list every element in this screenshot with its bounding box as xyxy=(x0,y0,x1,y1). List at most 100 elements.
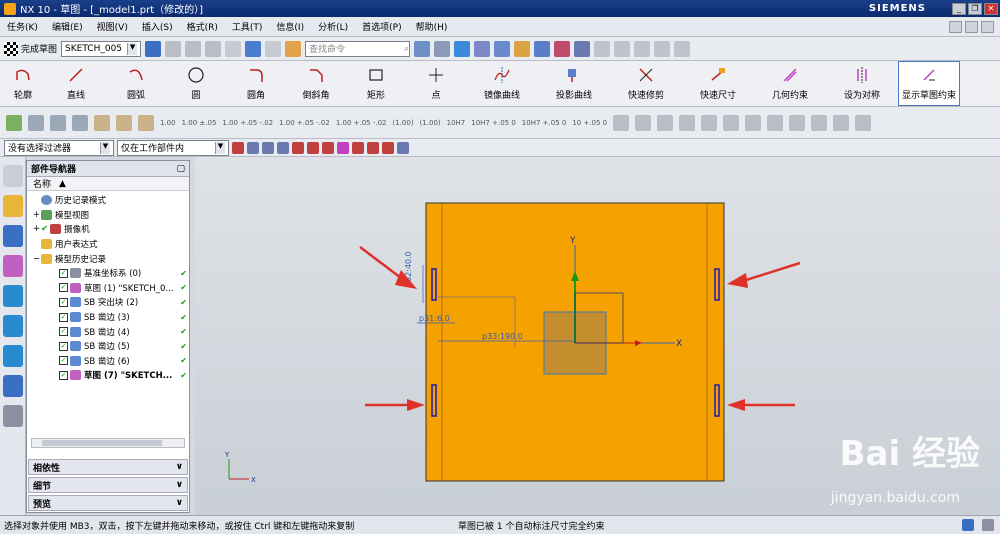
roles-icon[interactable] xyxy=(3,405,23,427)
format-a-icon[interactable] xyxy=(613,114,630,131)
preview-panel[interactable]: 预览 ∨ xyxy=(28,495,188,511)
visibility-checkbox[interactable]: ✓ xyxy=(59,312,68,322)
snap-g-icon[interactable] xyxy=(337,141,349,154)
horizontal-scrollbar[interactable] xyxy=(31,438,185,448)
format-c-icon[interactable] xyxy=(657,114,674,131)
circle-button[interactable]: 圆 xyxy=(166,61,226,106)
collapse-icon[interactable]: − xyxy=(33,254,41,264)
visibility-checkbox[interactable]: ✓ xyxy=(59,341,68,351)
format-e-icon[interactable] xyxy=(701,114,718,131)
measure-icon[interactable] xyxy=(574,40,591,57)
format-l-icon[interactable] xyxy=(855,114,872,131)
profile-button[interactable]: 轮廓 xyxy=(0,61,46,106)
quick-trim-button[interactable]: 快速修剪 xyxy=(610,61,682,106)
expand-icon[interactable]: + xyxy=(33,224,41,234)
menu-analysis[interactable]: 分析(L) xyxy=(311,20,355,33)
dependencies-panel[interactable]: 相依性 ∨ xyxy=(28,459,188,475)
menu-view[interactable]: 视图(V) xyxy=(90,20,135,33)
dimension-label-p31[interactable]: p31:6.0 xyxy=(419,314,450,323)
maximize-icon[interactable]: ▢ xyxy=(176,164,185,174)
orient-view-icon[interactable] xyxy=(474,40,491,57)
constraint-check-icon[interactable] xyxy=(6,114,22,131)
snap-h-icon[interactable] xyxy=(352,141,364,154)
snap-icon[interactable] xyxy=(534,40,551,57)
tool-b-icon[interactable] xyxy=(614,40,631,57)
tolerance-3[interactable]: 1.00 +.05 -.02 xyxy=(222,119,273,127)
command-search-input[interactable]: 查找命令 ⌕ xyxy=(305,40,411,57)
dimension-label-p33[interactable]: p33:190.0 xyxy=(482,332,523,341)
format-j-icon[interactable] xyxy=(811,114,828,131)
menu-insert[interactable]: 插入(S) xyxy=(135,20,180,33)
constraint-navigator-icon[interactable] xyxy=(3,225,23,247)
snap-b-icon[interactable] xyxy=(262,141,274,154)
fillet-button[interactable]: 圆角 xyxy=(226,61,286,106)
web-browser-icon[interactable] xyxy=(3,315,23,337)
format-d-icon[interactable] xyxy=(679,114,696,131)
clock-icon[interactable] xyxy=(3,375,23,397)
assembly-navigator-icon[interactable] xyxy=(3,195,23,217)
select-feature-icon[interactable] xyxy=(514,40,531,57)
restore-button[interactable]: ❐ xyxy=(968,2,982,15)
constraint-c-icon[interactable] xyxy=(72,114,88,131)
tool-e-icon[interactable] xyxy=(674,40,691,57)
sketch-name-select[interactable]: SKETCH_005 ▼ xyxy=(61,40,142,57)
scrollbar-thumb[interactable] xyxy=(42,440,162,446)
doc-restore-button[interactable] xyxy=(965,20,978,33)
tolerance-10[interactable]: 10H7 +.05 0 xyxy=(522,119,567,127)
tree-item-chamfer-5[interactable]: ✓ SB 凿边 (5) ✔ xyxy=(29,339,189,354)
render-style-icon[interactable] xyxy=(434,40,451,57)
visibility-checkbox[interactable]: ✓ xyxy=(59,283,68,293)
menu-help[interactable]: 帮助(H) xyxy=(409,20,455,33)
snap-c-icon[interactable] xyxy=(277,141,289,154)
fit-view-icon[interactable] xyxy=(414,40,431,57)
tree-item-cameras[interactable]: + ✔ 摄像机 xyxy=(29,222,189,237)
finish-sketch-button[interactable]: 完成草图 xyxy=(4,41,57,56)
visibility-checkbox[interactable]: ✓ xyxy=(59,268,68,278)
save-icon[interactable] xyxy=(145,40,162,57)
full-screen-icon[interactable] xyxy=(982,519,994,531)
point-button[interactable]: 点 xyxy=(406,61,466,106)
tool-c-icon[interactable] xyxy=(634,40,651,57)
tolerance-2[interactable]: 1.00 ±.05 xyxy=(182,119,217,127)
history-icon[interactable] xyxy=(3,345,23,367)
copy-icon[interactable] xyxy=(185,40,202,57)
rapid-dimension-button[interactable]: 快速尺寸 xyxy=(682,61,754,106)
format-i-icon[interactable] xyxy=(789,114,806,131)
tree-item-sketch-7[interactable]: ✓ 草图 (7) "SKETCH... ✔ xyxy=(29,368,189,383)
snap-a-icon[interactable] xyxy=(247,141,259,154)
format-h-icon[interactable] xyxy=(767,114,784,131)
tolerance-4[interactable]: 1.00 +.05 -.02 xyxy=(279,119,330,127)
undo-icon[interactable] xyxy=(245,40,262,57)
name-column-header[interactable]: 名称 ▲ xyxy=(27,177,189,191)
tree-item-datum-csys[interactable]: ✓ 基准坐标系 (0) ✔ xyxy=(29,266,189,281)
tree-item-chamfer-6[interactable]: ✓ SB 凿边 (6) ✔ xyxy=(29,354,189,369)
menu-task[interactable]: 任务(K) xyxy=(0,20,45,33)
constraint-a-icon[interactable] xyxy=(28,114,44,131)
snap-f-icon[interactable] xyxy=(322,141,334,154)
tree-item-user-expressions[interactable]: 用户表达式 xyxy=(29,237,189,252)
snap-e-icon[interactable] xyxy=(307,141,319,154)
close-button[interactable]: ✕ xyxy=(984,2,998,15)
tree-item-history-mode[interactable]: 历史记录模式 xyxy=(29,193,189,208)
tool-a-icon[interactable] xyxy=(594,40,611,57)
show-constraints-button[interactable]: 显示草图约束 xyxy=(898,61,960,106)
constraint-f-icon[interactable] xyxy=(138,114,154,131)
tolerance-5[interactable]: 1.00 +.05 -.02 xyxy=(336,119,387,127)
format-k-icon[interactable] xyxy=(833,114,850,131)
menu-edit[interactable]: 编辑(E) xyxy=(45,20,90,33)
line-button[interactable]: 直线 xyxy=(46,61,106,106)
paste-icon[interactable] xyxy=(205,40,222,57)
doc-close-button[interactable] xyxy=(981,20,994,33)
visibility-checkbox[interactable]: ✓ xyxy=(59,297,68,307)
gear-icon[interactable] xyxy=(3,165,23,187)
expand-icon[interactable]: + xyxy=(33,210,41,220)
redo-icon[interactable] xyxy=(265,40,282,57)
visibility-checkbox[interactable]: ✓ xyxy=(59,356,68,366)
snap-d-icon[interactable] xyxy=(292,141,304,154)
tolerance-7[interactable]: (1.00) xyxy=(420,119,441,127)
command-finder-icon[interactable] xyxy=(285,40,302,57)
tolerance-9[interactable]: 10H7 +.05 0 xyxy=(471,119,516,127)
tree-item-extrude-2[interactable]: ✓ SB 突出块 (2) ✔ xyxy=(29,295,189,310)
visibility-checkbox[interactable]: ✓ xyxy=(59,327,68,337)
snap-toggle-icon[interactable] xyxy=(232,141,244,154)
